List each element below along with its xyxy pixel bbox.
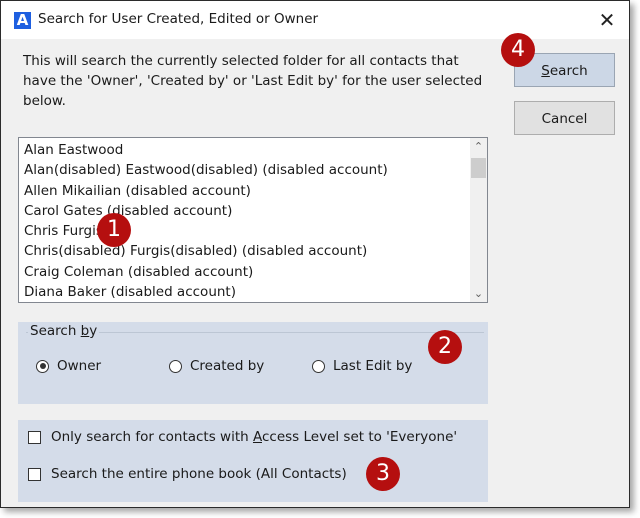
label-text: ccess Level set to 'Everyone' (261, 429, 458, 445)
checkbox-label: Only search for contacts with Access Lev… (51, 429, 457, 445)
radio-unchecked-icon (169, 359, 182, 373)
search-label: earch (549, 63, 588, 79)
label-accel: b (80, 323, 90, 339)
radio-label: Created by (190, 358, 265, 374)
checkbox-icon (28, 467, 41, 481)
radio-unchecked-icon (312, 359, 325, 373)
label-text: Search (30, 323, 81, 339)
list-item[interactable]: Craig Coleman (disabled account) (24, 262, 487, 282)
radio-last-edit-by[interactable]: Last Edit by (312, 358, 412, 374)
scroll-down-icon[interactable]: ⌄ (470, 285, 487, 302)
label-accel: A (252, 429, 262, 445)
radio-owner[interactable]: Owner (36, 358, 101, 374)
search-by-label: Search by (28, 323, 100, 339)
checkbox-icon (28, 430, 41, 444)
window-title: Search for User Created, Edited or Owner (38, 11, 319, 27)
scrollbar-thumb[interactable] (471, 158, 486, 178)
list-item[interactable]: Chris(disabled) Furgis(disabled) (disabl… (24, 241, 487, 261)
label-text: Only search for contacts with (51, 429, 253, 445)
description-text: This will search the currently selected … (23, 53, 483, 109)
app-logo-icon: A (14, 12, 31, 29)
annotation-badge-4: 4 (501, 33, 535, 67)
user-listbox[interactable]: Alan Eastwood Alan(disabled) Eastwood(di… (18, 137, 488, 303)
annotation-badge-3: 3 (366, 457, 400, 491)
checkbox-label: Search the entire phone book (All Contac… (51, 466, 347, 482)
radio-label: Owner (57, 358, 102, 374)
list-item[interactable]: Chris Furgis (24, 221, 487, 241)
title-bar: A Search for User Created, Edited or Own… (1, 1, 629, 39)
scroll-up-icon[interactable]: ⌃ (470, 138, 487, 155)
list-item[interactable]: Alan Eastwood (24, 140, 487, 160)
list-item[interactable]: Alan(disabled) Eastwood(disabled) (disab… (24, 160, 487, 180)
options-group: Only search for contacts with Access Lev… (18, 420, 488, 502)
list-item[interactable]: Diana Baker (disabled account) (24, 282, 487, 302)
radio-label: Last Edit by (333, 358, 413, 374)
access-level-checkbox[interactable]: Only search for contacts with Access Lev… (28, 429, 457, 445)
entire-phonebook-checkbox[interactable]: Search the entire phone book (All Contac… (28, 466, 347, 482)
radio-checked-icon (36, 359, 49, 373)
cancel-button[interactable]: Cancel (514, 101, 615, 135)
close-icon[interactable]: ✕ (593, 7, 621, 33)
search-by-group: Search by Owner Created by Last Edit by (18, 322, 488, 404)
annotation-badge-1: 1 (97, 213, 131, 247)
vertical-scrollbar[interactable]: ⌃ ⌄ (470, 138, 487, 302)
annotation-badge-2: 2 (428, 330, 462, 364)
list-item[interactable]: Allen Mikailian (disabled account) (24, 181, 487, 201)
search-accel: S (541, 63, 550, 79)
radio-created-by[interactable]: Created by (169, 358, 264, 374)
list-item[interactable]: Carol Gates (disabled account) (24, 201, 487, 221)
dialog-window: A Search for User Created, Edited or Own… (0, 0, 630, 508)
label-text: y (89, 323, 98, 339)
